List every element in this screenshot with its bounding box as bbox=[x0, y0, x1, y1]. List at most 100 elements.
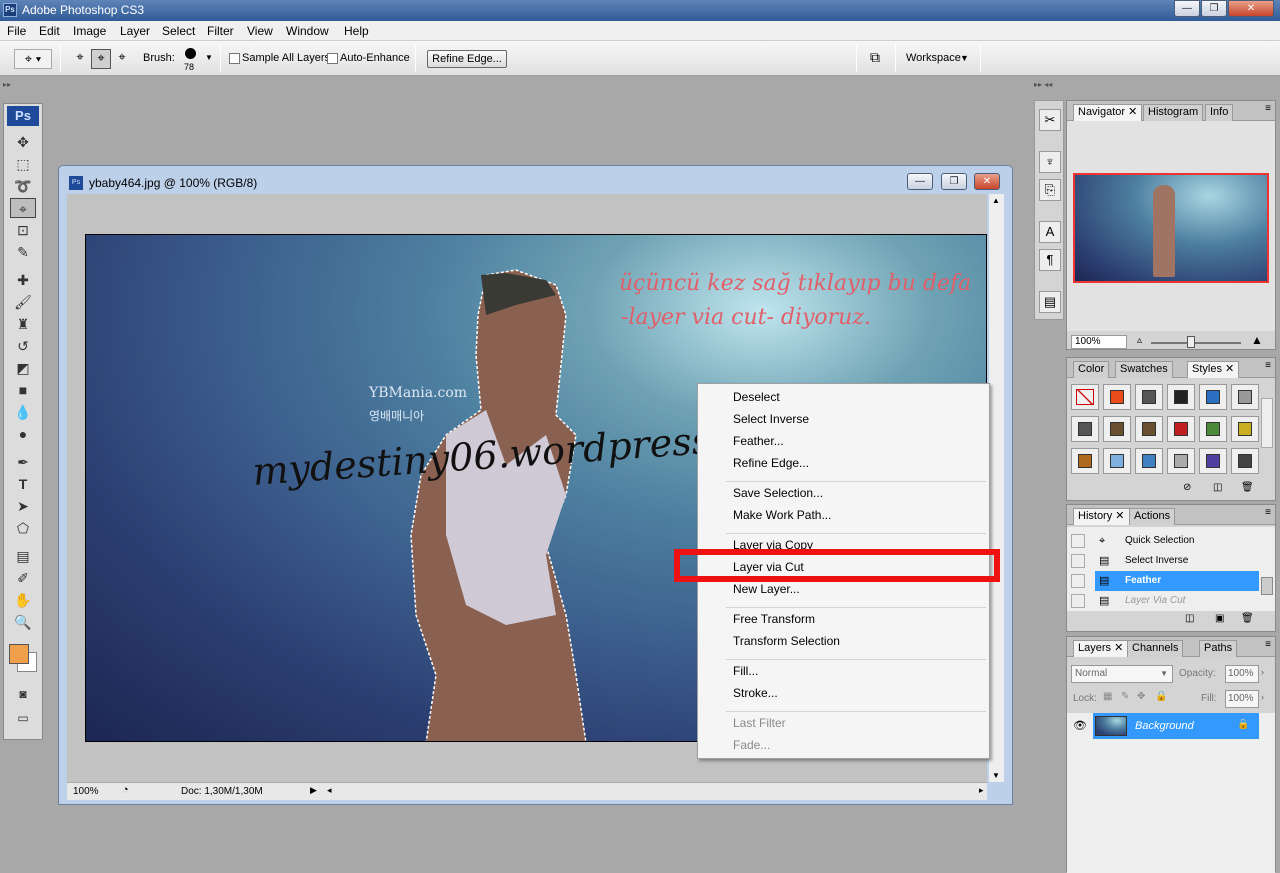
menu-view[interactable]: View bbox=[247, 24, 273, 38]
quick-selection-tool-icon[interactable]: ⌖ bbox=[10, 198, 36, 218]
shape-tool-icon[interactable]: ⬠ bbox=[10, 518, 36, 538]
scroll-left-icon[interactable]: ◂ bbox=[327, 785, 332, 796]
maximize-button[interactable]: ❐ bbox=[1201, 0, 1227, 17]
quick-mask-icon[interactable]: ◙ bbox=[10, 684, 36, 704]
doc-close-button[interactable]: ✕ bbox=[974, 173, 1000, 190]
tools-icon[interactable]: ✂ bbox=[1039, 109, 1061, 131]
opacity-field[interactable]: 100% bbox=[1225, 665, 1259, 683]
delete-style-icon[interactable]: 🗑 bbox=[1241, 482, 1254, 493]
menu-window[interactable]: Window bbox=[286, 24, 329, 38]
style-swatch[interactable] bbox=[1135, 384, 1163, 410]
delete-state-icon[interactable]: 🗑 bbox=[1241, 613, 1254, 624]
brush-preview-icon[interactable] bbox=[185, 48, 196, 59]
close-button[interactable]: ✕ bbox=[1228, 0, 1274, 17]
menu-item-feather[interactable]: Feather... bbox=[733, 434, 784, 448]
layer-visibility-eye-icon[interactable]: 👁 bbox=[1073, 719, 1087, 732]
style-swatch[interactable] bbox=[1167, 384, 1195, 410]
opacity-arrow-icon[interactable]: › bbox=[1261, 667, 1264, 677]
new-selection-mode-icon[interactable]: ⌖ bbox=[70, 49, 90, 69]
foreground-color-swatch[interactable] bbox=[9, 644, 29, 664]
doc-maximize-button[interactable]: ❐ bbox=[941, 173, 967, 190]
lock-transparency-icon[interactable]: ▦ bbox=[1103, 691, 1112, 702]
style-swatch[interactable] bbox=[1135, 448, 1163, 474]
navigator-thumbnail[interactable] bbox=[1073, 173, 1269, 283]
layer-comps-icon[interactable]: ▤ bbox=[1039, 291, 1061, 313]
style-swatch[interactable] bbox=[1199, 448, 1227, 474]
panel-menu-icon[interactable]: ≡ bbox=[1265, 360, 1271, 371]
style-swatch[interactable] bbox=[1103, 448, 1131, 474]
history-item[interactable]: ▤ Layer Via Cut bbox=[1071, 591, 1259, 611]
status-menu-arrow-icon[interactable]: ▶ bbox=[310, 785, 317, 796]
tab-paths[interactable]: Paths bbox=[1199, 640, 1238, 657]
eyedropper-tool-icon[interactable]: ✐ bbox=[10, 568, 36, 588]
zoom-slider-track[interactable] bbox=[1151, 342, 1241, 344]
menu-filter[interactable]: Filter bbox=[207, 24, 234, 38]
style-swatch[interactable] bbox=[1199, 384, 1227, 410]
tab-info[interactable]: Info bbox=[1205, 104, 1234, 121]
menu-item-make-work-path[interactable]: Make Work Path... bbox=[733, 508, 831, 522]
snapshot-icon[interactable]: ▣ bbox=[1215, 613, 1224, 624]
panel-menu-icon[interactable]: ≡ bbox=[1265, 639, 1271, 650]
brushes-icon[interactable]: ♆ bbox=[1039, 151, 1061, 173]
photoshop-online-icon[interactable]: Ps bbox=[7, 106, 39, 126]
menu-select[interactable]: Select bbox=[162, 24, 195, 38]
minimize-button[interactable]: — bbox=[1174, 0, 1200, 17]
tab-styles[interactable]: Styles ✕ bbox=[1187, 361, 1240, 378]
move-tool-icon[interactable]: ✥ bbox=[10, 132, 36, 152]
style-swatch[interactable] bbox=[1071, 416, 1099, 442]
history-item[interactable]: ▤ Select Inverse bbox=[1071, 551, 1259, 571]
menu-item-free-transform[interactable]: Free Transform bbox=[733, 612, 815, 626]
style-swatch[interactable] bbox=[1199, 416, 1227, 442]
fill-field[interactable]: 100% bbox=[1225, 690, 1259, 708]
status-icon[interactable]: ◔ bbox=[122, 784, 129, 796]
tab-swatches[interactable]: Swatches bbox=[1115, 361, 1173, 378]
doc-minimize-button[interactable]: — bbox=[907, 173, 933, 190]
refine-edge-button[interactable]: Refine Edge... bbox=[427, 50, 507, 68]
brush-picker-chevron-icon[interactable]: ▼ bbox=[205, 53, 213, 62]
lock-pixels-icon[interactable]: ✎ bbox=[1121, 691, 1129, 702]
zoom-tool-icon[interactable]: 🔍 bbox=[10, 612, 36, 632]
style-swatch[interactable] bbox=[1135, 416, 1163, 442]
menu-file[interactable]: File bbox=[7, 24, 26, 38]
menu-item-deselect[interactable]: Deselect bbox=[733, 390, 780, 404]
menu-item-select-inverse[interactable]: Select Inverse bbox=[733, 412, 809, 426]
notes-tool-icon[interactable]: ▤ bbox=[10, 546, 36, 566]
tab-layers[interactable]: Layers ✕ bbox=[1073, 640, 1129, 657]
blur-tool-icon[interactable]: 💧 bbox=[10, 402, 36, 422]
menu-help[interactable]: Help bbox=[344, 24, 369, 38]
clear-style-icon[interactable]: ⊘ bbox=[1183, 482, 1191, 493]
zoom-slider-thumb[interactable] bbox=[1187, 336, 1195, 348]
workspace-chevron-icon[interactable]: ▼ bbox=[960, 53, 969, 63]
paragraph-icon[interactable]: ¶ bbox=[1039, 249, 1061, 271]
dodge-tool-icon[interactable]: ● bbox=[10, 424, 36, 444]
style-swatch[interactable] bbox=[1071, 448, 1099, 474]
scroll-right-icon[interactable]: ▸ bbox=[979, 785, 984, 796]
style-swatch[interactable] bbox=[1167, 448, 1195, 474]
history-snapshot-checkbox[interactable] bbox=[1071, 554, 1085, 568]
tab-history[interactable]: History ✕ bbox=[1073, 508, 1130, 525]
add-to-selection-mode-icon[interactable]: ⌖ bbox=[91, 49, 111, 69]
tab-color[interactable]: Color bbox=[1073, 361, 1110, 378]
panel-menu-icon[interactable]: ≡ bbox=[1265, 103, 1271, 114]
file-browser-icon[interactable]: ⧉ bbox=[864, 49, 886, 69]
style-swatch[interactable] bbox=[1231, 384, 1259, 410]
history-item[interactable]: ⌖ Quick Selection bbox=[1071, 531, 1259, 551]
tab-navigator[interactable]: Navigator ✕ bbox=[1073, 104, 1143, 121]
layer-row[interactable]: Background 🔒 bbox=[1093, 713, 1259, 739]
history-scrollbar[interactable] bbox=[1261, 577, 1273, 595]
history-item[interactable]: ▤ Feather bbox=[1071, 571, 1259, 591]
toolbox-grip[interactable]: ▸▸ bbox=[3, 80, 43, 90]
history-snapshot-checkbox[interactable] bbox=[1071, 574, 1085, 588]
menu-image[interactable]: Image bbox=[73, 24, 106, 38]
auto-enhance-checkbox[interactable] bbox=[327, 53, 338, 64]
history-snapshot-checkbox[interactable] bbox=[1071, 594, 1085, 608]
style-swatch[interactable] bbox=[1167, 416, 1195, 442]
tab-channels[interactable]: Channels bbox=[1127, 640, 1184, 657]
layer-name[interactable]: Background bbox=[1135, 720, 1194, 732]
clone-stamp-icon[interactable]: ♜ bbox=[10, 314, 36, 334]
lock-all-icon[interactable]: 🔒 bbox=[1155, 691, 1167, 702]
menu-edit[interactable]: Edit bbox=[39, 24, 60, 38]
style-swatch[interactable] bbox=[1103, 416, 1131, 442]
panel-menu-icon[interactable]: ≡ bbox=[1265, 507, 1271, 518]
new-style-icon[interactable]: ◫ bbox=[1213, 482, 1222, 493]
